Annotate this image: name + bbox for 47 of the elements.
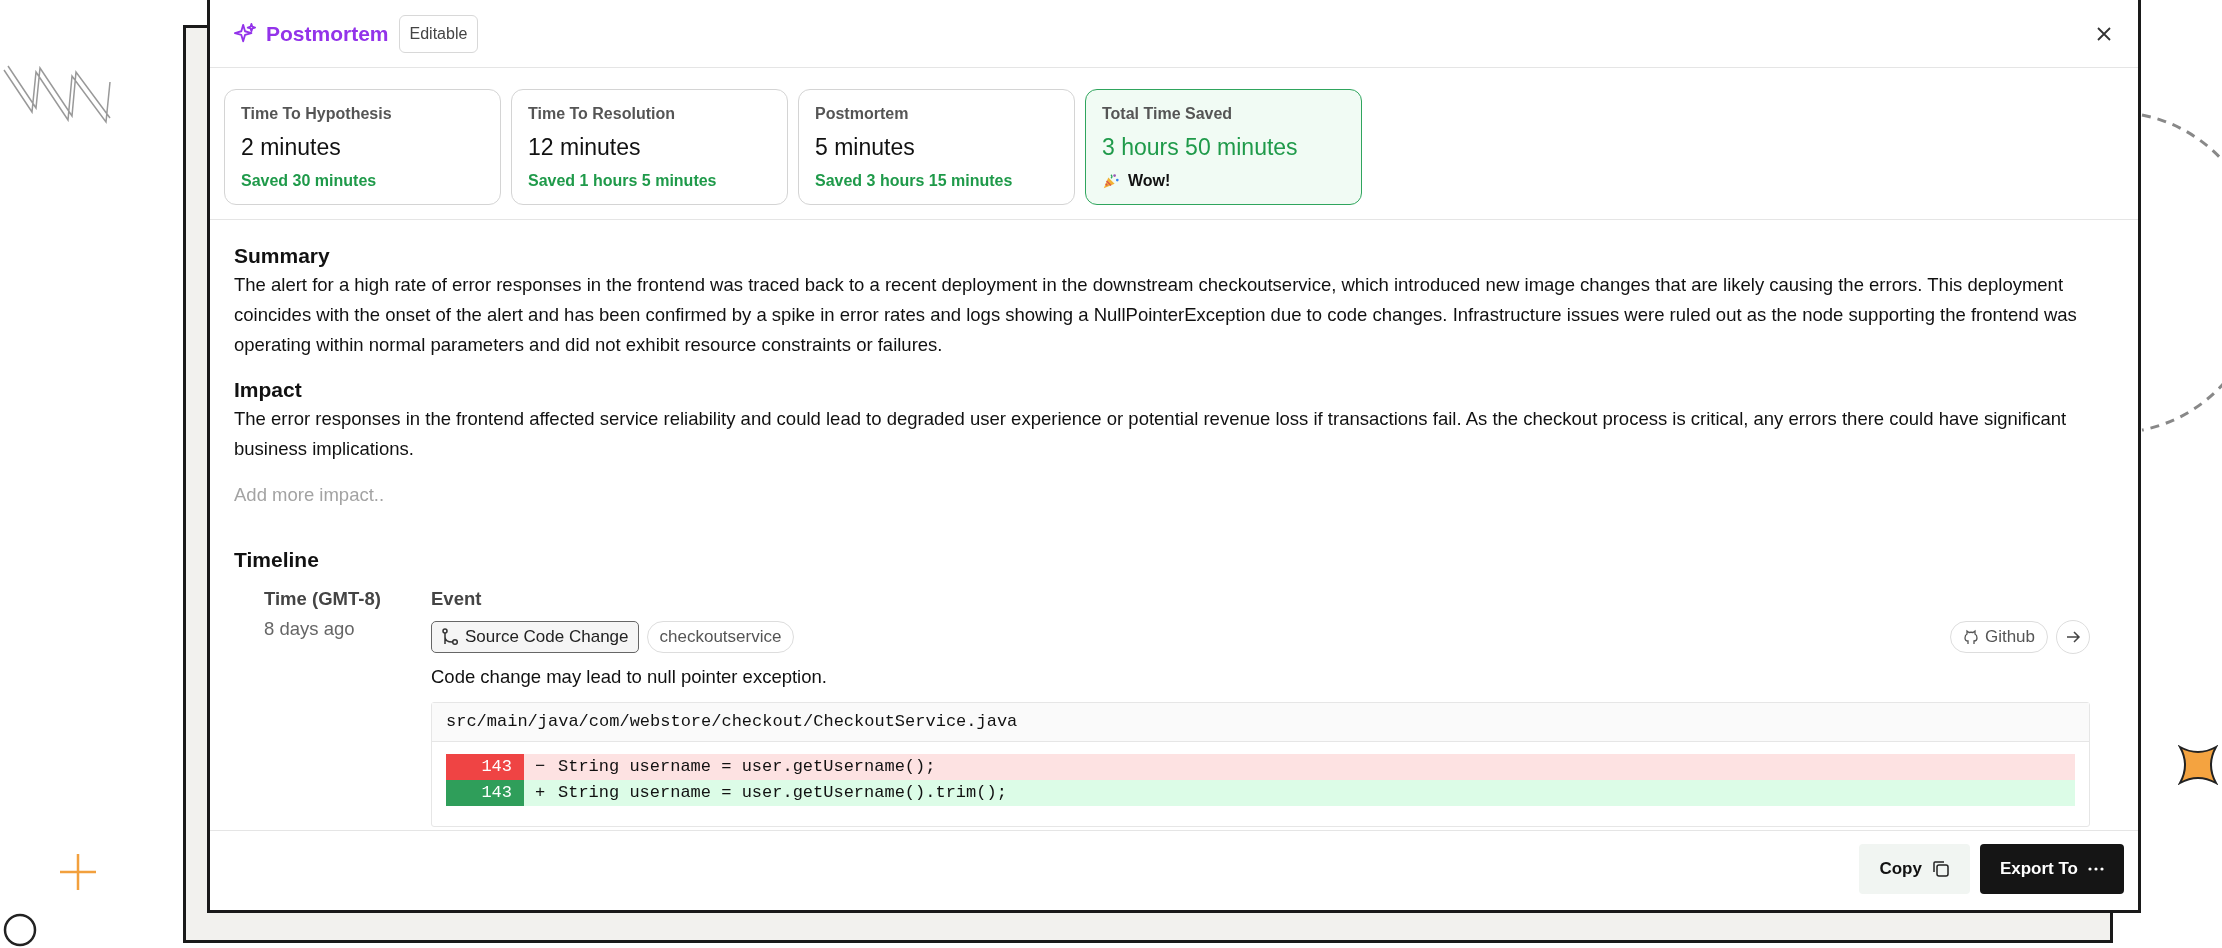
column-header: Time (GMT-8) xyxy=(264,587,382,611)
stat-note: Wow! xyxy=(1128,170,1171,191)
party-popper-icon xyxy=(1102,171,1120,190)
open-link-button[interactable] xyxy=(2056,620,2090,654)
impact-input-field[interactable]: Add more impact.. xyxy=(234,480,534,510)
editable-badge: Editable xyxy=(398,14,479,53)
column-header: Event xyxy=(431,587,483,611)
event-type-tag: Source Code Change xyxy=(431,621,639,653)
event-description: Code change may lead to null pointer exception. xyxy=(431,665,828,689)
stat-note: Saved 1 hours 5 minutes xyxy=(528,170,717,191)
stat-note: Saved 3 hours 15 minutes xyxy=(815,170,1013,191)
stat-value: 12 minutes xyxy=(528,133,642,162)
stat-label: Time To Resolution xyxy=(528,104,676,124)
stat-value: 3 hours 50 minutes xyxy=(1102,133,1299,162)
event-time: 8 days ago xyxy=(264,618,355,639)
line-number: 143 xyxy=(446,780,524,806)
section-heading: Timeline xyxy=(234,547,320,573)
source-link-button[interactable]: Github xyxy=(1949,621,2048,653)
code-line: String username = user.getUsername(); xyxy=(558,756,936,778)
impact-text: The error responses in the frontend affected service reliability and could lead to degraded user experience or potential revenue loss if transactions fail. As the checkout process is critical, any errors there could have significant business implications. xyxy=(234,407,2068,461)
summary-text: The alert for a high rate of error responses in the frontend was traced back to a recent deployment in the downstream checkoutservice, which introduced new image changes that are likely causing the errors. This deployment coincides with the onset of the alert and has been confirmed by a spike in error rates and logs showing a NullPointerException due to code changes. Infrastructure issues were ruled out as the node supporting the frontend was operating within normal parameters and did not exhibit resource constraints or failures. xyxy=(234,273,2078,357)
branch-icon xyxy=(441,628,459,646)
copy-icon xyxy=(1931,859,1950,878)
sparkle-icon xyxy=(2178,745,2218,785)
github-icon xyxy=(1962,629,1979,645)
section-heading: Impact xyxy=(234,377,303,403)
arrow-right-icon xyxy=(2065,629,2081,645)
stat-label: Total Time Saved xyxy=(1102,104,1234,124)
export-button[interactable]: Export To xyxy=(1979,843,2124,894)
stat-label: Postmortem xyxy=(815,104,910,124)
line-number: 143 xyxy=(446,754,524,780)
close-icon xyxy=(2096,26,2112,43)
file-path: src/main/java/com/webstore/checkout/CheckoutService.java xyxy=(432,703,2089,742)
sparkle-icon xyxy=(234,22,256,45)
stat-note: Saved 30 minutes xyxy=(241,170,377,191)
circle-icon xyxy=(2,912,38,948)
diff-sign: + xyxy=(533,782,547,804)
dialog-title: Postmortem xyxy=(266,20,389,47)
section-heading: Summary xyxy=(234,243,331,269)
more-icon xyxy=(2088,866,2104,871)
stat-value: 2 minutes xyxy=(241,133,342,162)
stat-label: Time To Hypothesis xyxy=(241,104,393,124)
stat-value: 5 minutes xyxy=(815,133,916,162)
code-line: String username = user.getUsername().trim(); xyxy=(558,782,1007,804)
diff-sign: − xyxy=(533,756,547,778)
plus-icon xyxy=(58,852,98,892)
copy-button[interactable]: Copy xyxy=(1859,843,1970,894)
